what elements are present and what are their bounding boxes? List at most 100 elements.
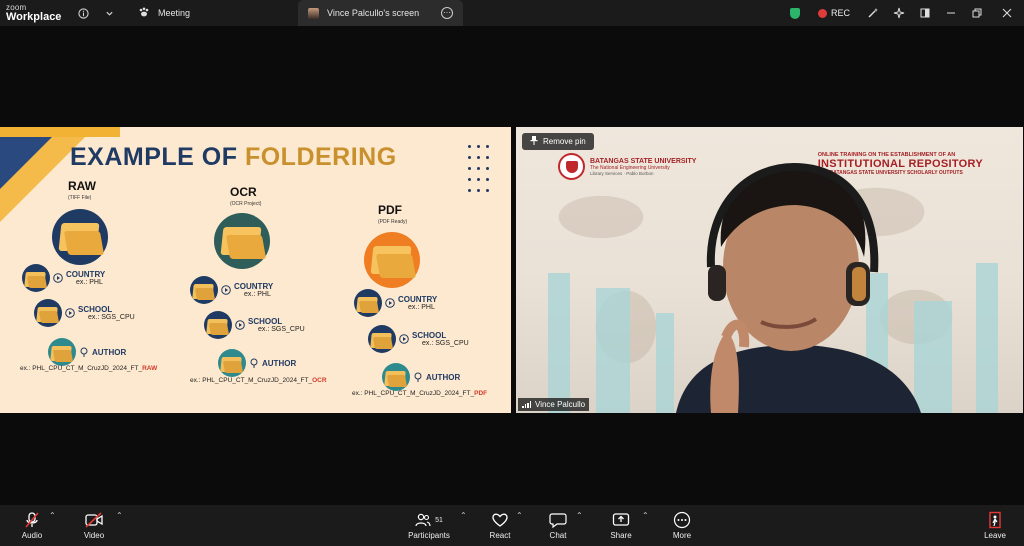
top-bar: zoom Workplace Meeting Vince Palcullo's … [0,0,1024,26]
shared-screen-slide: EXAMPLE OF FOLDERING RAW (TIFF File) COU… [0,127,511,413]
record-icon [817,8,827,18]
chat-button[interactable]: Chat [544,505,572,546]
video-options-chevron-icon[interactable]: ⌃ [116,511,123,520]
leave-button[interactable]: Leave [980,505,1010,546]
level-label: COUNTRY [398,295,438,304]
share-button[interactable]: Share [606,505,636,546]
share-options-chevron-icon[interactable]: ⌃ [642,511,649,520]
react-label: React [489,531,511,540]
level-example: ex.: PHL [76,279,103,286]
side-panel-icon[interactable] [912,0,938,26]
decorative-dots [468,145,494,192]
avatar [308,7,319,19]
info-icon[interactable] [70,0,96,26]
filename-prefix: ex.: PHL_CPU_CT_M_CruzJD_2024_FT_ [190,377,313,384]
participant-name: Vince Palcullo [535,400,586,409]
heart-icon [491,511,509,529]
ocr-level-country: COUNTRY ex.: PHL [190,276,273,304]
participants-label: Participants [408,531,450,540]
slide-corner-stripe [0,127,120,137]
pin-icon [79,347,89,357]
level-label: AUTHOR [262,358,297,368]
raw-filename-example: ex.: PHL_CPU_CT_M_CruzJD_2024_FT_RAW [20,365,157,372]
filename-suffix: PDF [474,390,488,397]
meeting-toolbar: Audio ⌃ Video ⌃ 51 Participants ⌃ React … [0,505,1024,546]
audio-options-chevron-icon[interactable]: ⌃ [49,511,56,520]
leave-icon [987,511,1003,529]
participants-options-chevron-icon[interactable]: ⌃ [460,511,467,520]
folder-icon [190,276,218,304]
folder-icon [214,213,270,269]
column-title: OCR [230,185,257,199]
more-button[interactable]: More [668,505,696,546]
signal-strength-icon [522,401,531,408]
pdf-filename-example: ex.: PHL_CPU_CT_M_CruzJD_2024_FT_PDF [352,390,487,397]
magic-wand-icon[interactable] [860,0,886,26]
restore-icon[interactable] [964,0,990,26]
pdf-level-school: SCHOOL ex.: SGS_CPU [368,325,469,353]
more-options-icon[interactable]: ··· [441,7,453,19]
pdf-level-author: AUTHOR [382,363,460,391]
video-label: Video [83,531,105,540]
level-label: COUNTRY [66,270,106,279]
participants-button[interactable]: 51 Participants [404,505,454,546]
level-label: AUTHOR [426,372,461,382]
zoom-logo: zoom Workplace [0,3,70,23]
tab-meeting[interactable]: Meeting [128,0,298,26]
chat-label: Chat [549,531,567,540]
react-options-chevron-icon[interactable]: ⌃ [516,511,523,520]
arrow-right-icon [65,308,75,318]
ai-sparkle-icon[interactable] [886,0,912,26]
column-pdf: PDF (PDF Ready) [378,203,407,225]
minimize-icon[interactable] [938,0,964,26]
raw-level-author: AUTHOR [48,338,126,366]
chat-bubble-icon [549,511,567,529]
rec-label: REC [830,8,850,18]
column-ocr: OCR (OCR Project) [230,185,261,207]
video-button[interactable]: Video [76,505,112,546]
tab-shared-screen[interactable]: Vince Palcullo's screen ··· [298,0,463,26]
chat-options-chevron-icon[interactable]: ⌃ [576,511,583,520]
arrow-right-icon [53,273,63,283]
column-subtitle: (PDF Ready) [378,219,408,225]
pin-icon [249,358,259,368]
filename-prefix: ex.: PHL_CPU_CT_M_CruzJD_2024_FT_ [20,365,143,372]
level-label: SCHOOL [78,305,113,314]
level-example: ex.: PHL [408,304,435,311]
folder-icon [34,299,62,327]
pin-icon [530,136,538,147]
ocr-level-author: AUTHOR [218,349,296,377]
chevron-down-icon[interactable] [96,0,122,26]
participant-video-tile[interactable]: BATANGAS STATE UNIVERSITY The National E… [516,127,1023,413]
bg-bar [548,273,570,413]
level-label: SCHOOL [412,331,447,340]
logo-line2: Workplace [6,10,62,23]
participants-icon: 51 [415,511,443,529]
react-button[interactable]: React [485,505,515,546]
leave-label: Leave [984,531,1006,540]
paw-icon [138,6,150,20]
folder-icon [364,232,420,288]
raw-level-country: COUNTRY ex.: PHL [22,264,105,292]
arrow-right-icon [385,298,395,308]
remove-pin-button[interactable]: Remove pin [522,133,594,150]
audio-button[interactable]: Audio [14,505,50,546]
column-title: RAW [68,179,96,193]
folder-icon [218,349,246,377]
close-icon[interactable] [990,0,1024,26]
recording-indicator[interactable]: REC [808,8,860,18]
tab-label: Meeting [158,8,191,18]
folder-icon [354,289,382,317]
folder-icon [382,363,410,391]
share-screen-icon [612,511,630,529]
folder-icon [204,311,232,339]
video-off-icon [84,511,104,529]
raw-level-school: SCHOOL ex.: SGS_CPU [34,299,135,327]
microphone-muted-icon [23,511,41,529]
level-example: ex.: SGS_CPU [422,340,469,347]
level-label: SCHOOL [248,317,283,326]
folder-icon [22,264,50,292]
level-example: ex.: PHL [244,291,271,298]
shield-icon[interactable] [782,0,808,26]
slide-title-part1: EXAMPLE OF [70,143,238,171]
